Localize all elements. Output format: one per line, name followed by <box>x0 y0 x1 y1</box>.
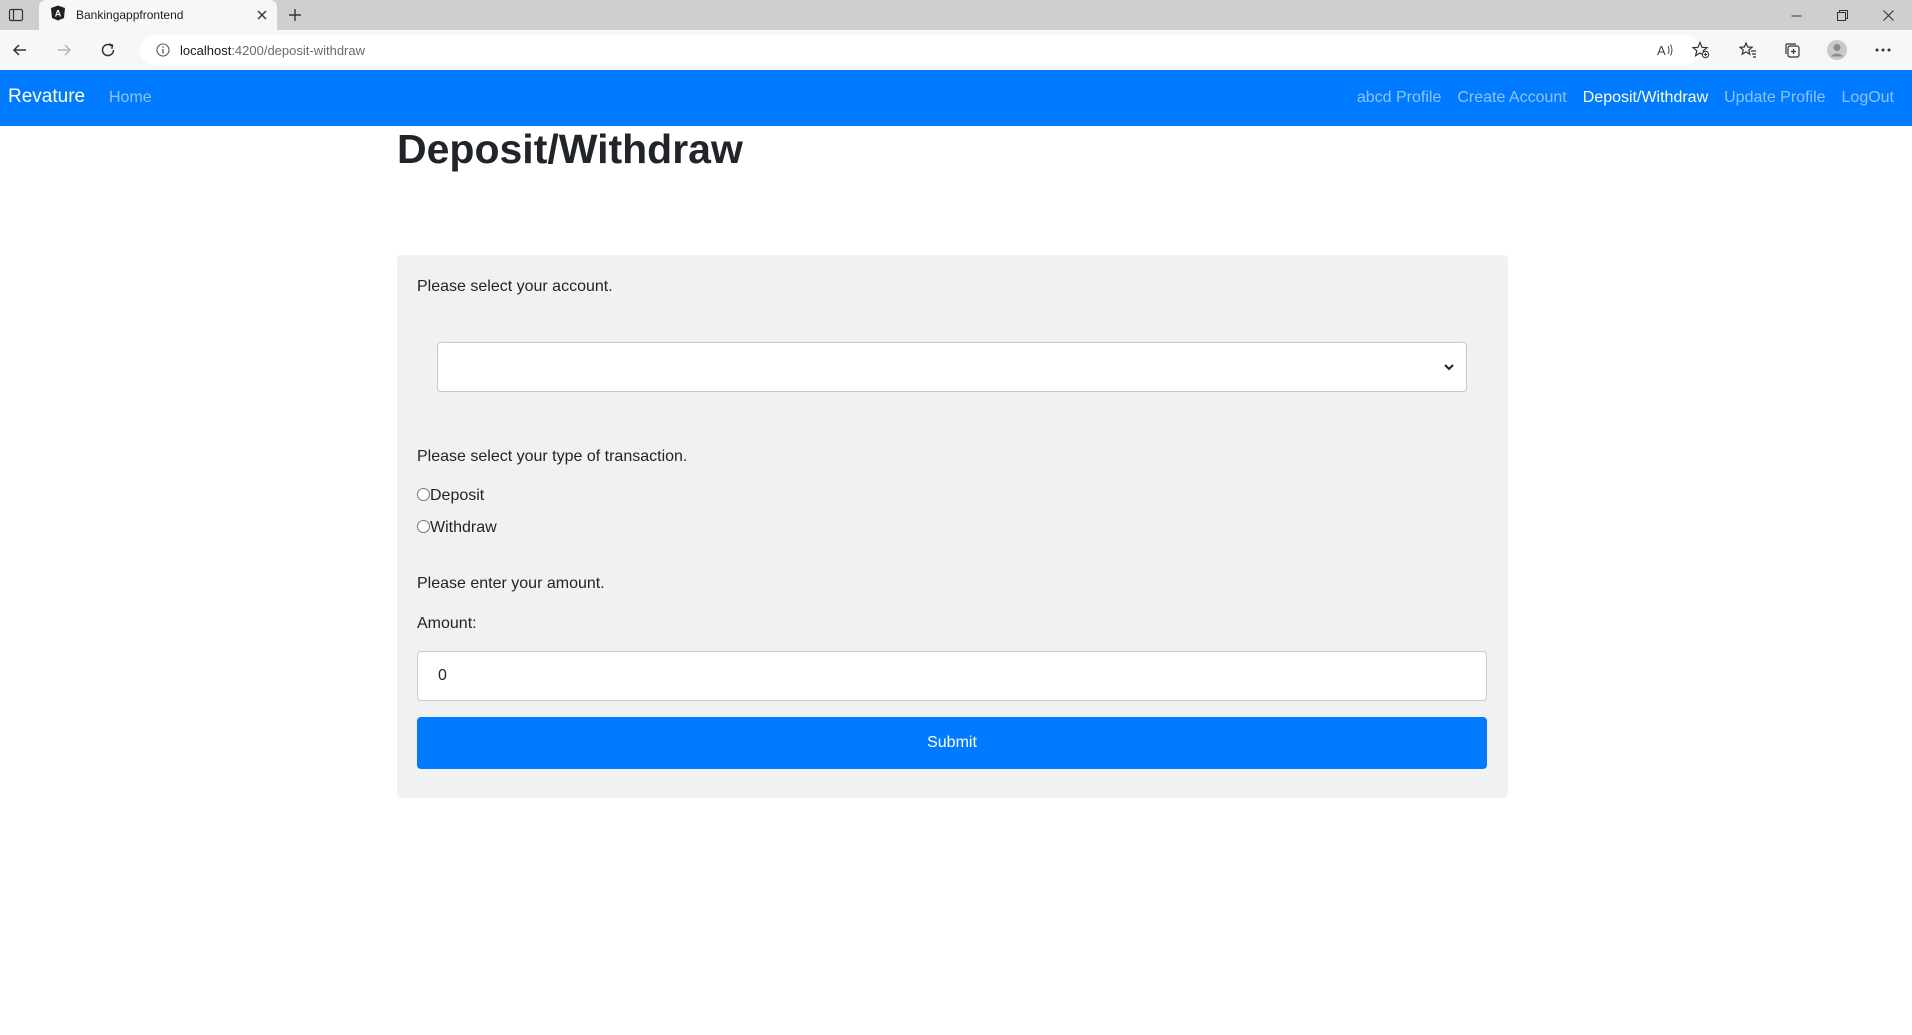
nav-logout-link[interactable]: LogOut <box>1842 89 1894 107</box>
transaction-form: Please select your account. Please selec… <box>397 255 1508 798</box>
app-navbar: Revature Home abcd Profile Create Accoun… <box>0 70 1912 126</box>
info-icon[interactable] <box>146 35 180 65</box>
withdraw-label: Withdraw <box>430 519 497 536</box>
close-icon[interactable] <box>247 0 277 30</box>
account-select[interactable] <box>437 342 1467 392</box>
svg-text:A: A <box>55 8 62 18</box>
plus-icon[interactable] <box>282 3 308 27</box>
nav-deposit-withdraw-link[interactable]: Deposit/Withdraw <box>1583 89 1708 107</box>
nav-create-account-link[interactable]: Create Account <box>1457 89 1566 107</box>
amount-prompt: Please enter your amount. <box>417 575 605 592</box>
profile-icon[interactable] <box>1822 36 1852 64</box>
more-icon[interactable] <box>1868 36 1898 64</box>
nav-right-links: abcd Profile Create Account Deposit/With… <box>1357 89 1894 107</box>
withdraw-option[interactable]: Withdraw <box>417 519 497 537</box>
forward-icon[interactable] <box>49 36 79 64</box>
window-close-icon[interactable] <box>1866 0 1910 30</box>
read-aloud-icon[interactable]: A <box>1650 36 1680 64</box>
amount-input[interactable]: 0 <box>417 651 1487 701</box>
deposit-radio[interactable] <box>417 488 430 501</box>
address-bar[interactable]: localhost:4200/deposit-withdraw <box>140 35 1700 65</box>
amount-label: Amount: <box>417 615 477 632</box>
browser-tab[interactable]: A Bankingappfrontend <box>39 0 277 30</box>
deposit-label: Deposit <box>430 487 485 504</box>
restore-icon[interactable] <box>1820 0 1864 30</box>
transaction-prompt: Please select your type of transaction. <box>417 448 688 465</box>
browser-toolbar: localhost:4200/deposit-withdraw A <box>0 30 1912 70</box>
deposit-option[interactable]: Deposit <box>417 487 484 505</box>
nav-home-link[interactable]: Home <box>109 89 152 107</box>
collections-icon[interactable] <box>1777 36 1807 64</box>
angular-icon: A <box>50 5 66 26</box>
refresh-icon[interactable] <box>93 36 123 64</box>
favorite-add-icon[interactable] <box>1686 36 1716 64</box>
tab-title: Bankingappfrontend <box>76 8 184 22</box>
favorites-icon[interactable] <box>1733 36 1763 64</box>
tab-strip: A Bankingappfrontend <box>0 0 1912 30</box>
back-icon[interactable] <box>5 36 35 64</box>
navbar-brand[interactable]: Revature <box>8 86 85 108</box>
withdraw-radio[interactable] <box>417 520 430 533</box>
account-prompt: Please select your account. <box>417 278 613 295</box>
svg-text:A: A <box>1657 43 1666 58</box>
chevron-down-icon <box>1442 360 1456 374</box>
page-title: Deposit/Withdraw <box>397 126 743 172</box>
minimize-icon[interactable] <box>1774 0 1818 30</box>
nav-update-profile-link[interactable]: Update Profile <box>1724 89 1825 107</box>
submit-button[interactable]: Submit <box>417 717 1487 769</box>
url-path: :4200/deposit-withdraw <box>231 42 366 58</box>
nav-profile-link[interactable]: abcd Profile <box>1357 89 1442 107</box>
url-host: localhost <box>180 42 232 58</box>
sidebar-icon[interactable] <box>4 3 28 27</box>
